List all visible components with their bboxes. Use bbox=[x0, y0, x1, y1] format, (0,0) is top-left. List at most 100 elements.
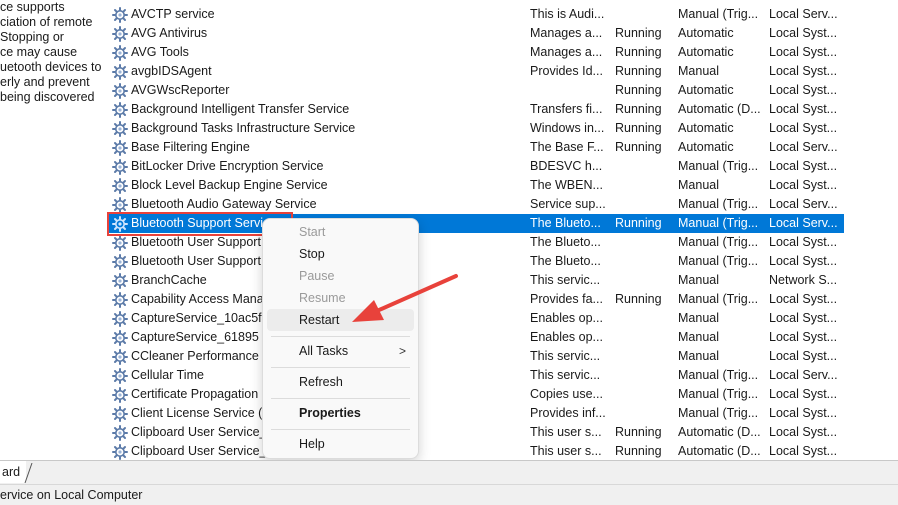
service-startup-type: Automatic bbox=[678, 26, 734, 40]
service-log-on-as: Network S... bbox=[769, 273, 838, 287]
service-status: Running bbox=[615, 64, 662, 78]
service-log-on-as: Local Syst... bbox=[769, 178, 838, 192]
service-name: BitLocker Drive Encryption Service bbox=[131, 159, 324, 173]
gear-icon bbox=[112, 425, 128, 441]
service-description: Enables op... bbox=[530, 311, 603, 325]
menu-item-stop[interactable]: Stop bbox=[267, 243, 414, 265]
gear-icon bbox=[112, 178, 128, 194]
tab-standard[interactable]: ard bbox=[0, 461, 27, 483]
gear-icon bbox=[112, 102, 128, 118]
service-log-on-as: Local Syst... bbox=[769, 121, 838, 135]
service-startup-type: Automatic bbox=[678, 45, 734, 59]
service-startup-type: Manual (Trig... bbox=[678, 7, 759, 21]
menu-separator bbox=[271, 398, 410, 399]
gear-icon bbox=[112, 45, 128, 61]
service-status: Running bbox=[615, 26, 662, 40]
gear-icon bbox=[112, 121, 128, 137]
service-startup-type: Manual (Trig... bbox=[678, 368, 759, 382]
service-log-on-as: Local Syst... bbox=[769, 387, 838, 401]
service-description: This servic... bbox=[530, 273, 601, 287]
gear-icon bbox=[112, 159, 128, 175]
service-row[interactable]: AVG Tools Manages a... Running Automatic Loc… bbox=[108, 43, 844, 62]
service-log-on-as: Local Syst... bbox=[769, 349, 838, 363]
service-startup-type: Manual (Trig... bbox=[678, 406, 759, 420]
description-line: ce supports bbox=[0, 0, 65, 14]
service-name: avgbIDSAgent bbox=[131, 64, 212, 78]
service-row[interactable]: AVGWscReporter Running Automatic Local Syst… bbox=[108, 81, 844, 100]
service-log-on-as: Local Syst... bbox=[769, 64, 838, 78]
service-startup-type: Automatic bbox=[678, 140, 734, 154]
service-row[interactable]: Background Intelligent Transfer Service T… bbox=[108, 100, 844, 119]
service-description: This user s... bbox=[530, 425, 602, 439]
service-description: Provides fa... bbox=[530, 292, 603, 306]
service-startup-type: Automatic bbox=[678, 83, 734, 97]
service-startup-type: Manual bbox=[678, 64, 719, 78]
service-row[interactable]: Certificate Propagation Copies use... Manu… bbox=[108, 385, 844, 404]
service-description: This user s... bbox=[530, 444, 602, 458]
service-row[interactable]: Client License Service (Provides inf... M… bbox=[108, 404, 844, 423]
red-arrow-icon bbox=[352, 274, 458, 322]
service-row[interactable]: Capability Access Mana Provides fa... Runn… bbox=[108, 290, 844, 309]
service-startup-type: Automatic bbox=[678, 121, 734, 135]
service-row[interactable]: Clipboard User Service_ This user s... Run… bbox=[108, 423, 844, 442]
gear-icon bbox=[112, 330, 128, 346]
service-name: Background Tasks Infrastructure Service bbox=[131, 121, 356, 135]
service-name: Block Level Backup Engine Service bbox=[131, 178, 328, 192]
service-row[interactable]: CaptureService_10ac5fl Enables op... Manua… bbox=[108, 309, 844, 328]
menu-item-refresh[interactable]: Refresh bbox=[267, 371, 414, 393]
service-row[interactable]: BranchCache This servic... Manual Network S… bbox=[108, 271, 844, 290]
menu-item-help[interactable]: Help bbox=[267, 433, 414, 455]
service-row[interactable]: Cellular Time This servic... Manual (Trig.… bbox=[108, 366, 844, 385]
service-description: Transfers fi... bbox=[530, 102, 603, 116]
gear-icon bbox=[112, 311, 128, 327]
service-startup-type: Automatic (D... bbox=[678, 425, 761, 439]
service-startup-type: Manual (Trig... bbox=[678, 387, 759, 401]
gear-icon bbox=[112, 254, 128, 270]
service-row[interactable]: BitLocker Drive Encryption Service BDESVC… bbox=[108, 157, 844, 176]
service-name: AVG Antivirus bbox=[131, 26, 208, 40]
description-line: Stopping or bbox=[0, 30, 64, 44]
service-name: AVGWscReporter bbox=[131, 83, 230, 97]
gear-icon bbox=[112, 387, 128, 403]
service-row[interactable]: AVCTP service This is Audi... Manual (Trig… bbox=[108, 5, 844, 24]
service-startup-type: Automatic (D... bbox=[678, 444, 761, 458]
service-log-on-as: Local Serv... bbox=[769, 140, 838, 154]
service-log-on-as: Local Syst... bbox=[769, 83, 838, 97]
service-startup-type: Manual bbox=[678, 311, 719, 325]
service-name: AVCTP service bbox=[131, 7, 215, 21]
description-line: being discovered bbox=[0, 90, 95, 104]
service-log-on-as: Local Syst... bbox=[769, 254, 838, 268]
service-startup-type: Manual bbox=[678, 349, 719, 363]
service-row[interactable]: AVG Antivirus Manages a... Running Automati… bbox=[108, 24, 844, 43]
service-startup-type: Manual (Trig... bbox=[678, 254, 759, 268]
service-log-on-as: Local Syst... bbox=[769, 45, 838, 59]
menu-item-all-tasks[interactable]: All Tasks > bbox=[267, 340, 414, 362]
service-row[interactable]: Bluetooth User Support The Blueto... Manua… bbox=[108, 252, 844, 271]
service-row[interactable]: Block Level Backup Engine Service The WBE… bbox=[108, 176, 844, 195]
service-log-on-as: Local Syst... bbox=[769, 406, 838, 420]
service-status: Running bbox=[615, 216, 662, 230]
service-row[interactable]: Background Tasks Infrastructure Service W… bbox=[108, 119, 844, 138]
service-description: The Blueto... bbox=[530, 235, 601, 249]
gear-icon bbox=[112, 292, 128, 308]
menu-item-properties[interactable]: Properties bbox=[267, 402, 414, 424]
gear-icon bbox=[112, 140, 128, 156]
service-log-on-as: Local Syst... bbox=[769, 235, 838, 249]
service-description: Manages a... bbox=[530, 26, 603, 40]
service-log-on-as: Local Syst... bbox=[769, 444, 838, 458]
service-startup-type: Manual (Trig... bbox=[678, 216, 759, 230]
service-row[interactable]: Base Filtering Engine The Base F... Runnin… bbox=[108, 138, 844, 157]
gear-icon bbox=[112, 235, 128, 251]
description-line: ciation of remote bbox=[0, 15, 93, 29]
service-status: Running bbox=[615, 45, 662, 59]
description-line: erly and prevent bbox=[0, 75, 90, 89]
service-description: This servic... bbox=[530, 368, 601, 382]
service-row[interactable]: CaptureService_61895 Enables op... Manual L… bbox=[108, 328, 844, 347]
service-startup-type: Manual bbox=[678, 273, 719, 287]
gear-icon bbox=[112, 83, 128, 99]
service-description: The Base F... bbox=[530, 140, 604, 154]
service-row[interactable]: Clipboard User Service_ This user s... Run… bbox=[108, 442, 844, 461]
service-description: This servic... bbox=[530, 349, 601, 363]
service-row[interactable]: CCleaner Performance This servic... Manual… bbox=[108, 347, 844, 366]
service-row[interactable]: avgbIDSAgent Provides Id... Running Manual L… bbox=[108, 62, 844, 81]
